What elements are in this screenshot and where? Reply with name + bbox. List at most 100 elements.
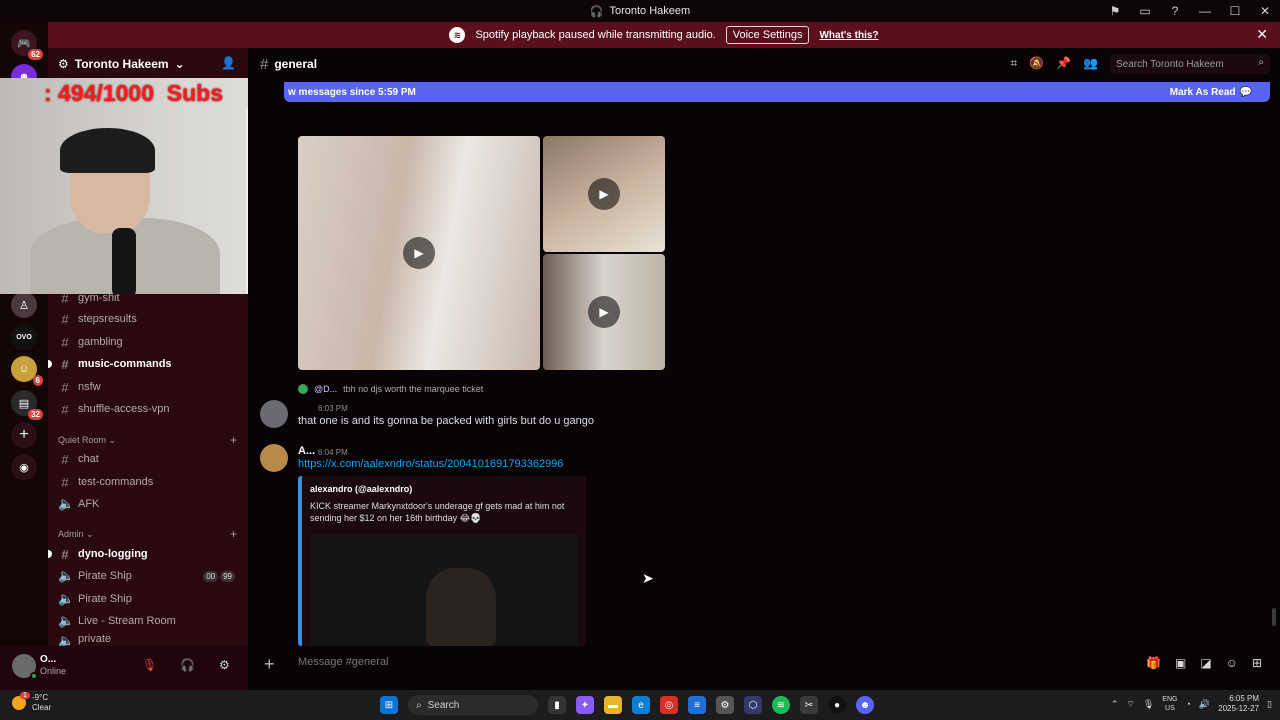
- user-limit: 99: [220, 570, 235, 582]
- link-embed[interactable]: alexandro (@aalexndro) KICK streamer Mar…: [298, 476, 586, 646]
- help-icon[interactable]: ?: [1160, 4, 1190, 18]
- obs-icon[interactable]: ●: [828, 696, 846, 714]
- minimize-button[interactable]: —: [1190, 4, 1220, 18]
- add-channel-icon[interactable]: +: [230, 527, 237, 541]
- message-link[interactable]: https://x.com/aalexndro/status/200410169…: [298, 458, 563, 470]
- channel-item[interactable]: # test-commands: [58, 472, 243, 492]
- app-icon[interactable]: ⬡: [744, 696, 762, 714]
- play-icon[interactable]: ▶: [403, 237, 435, 269]
- microphone-icon[interactable]: 🎙: [1143, 699, 1154, 710]
- add-channel-icon[interactable]: +: [230, 433, 237, 447]
- subs-counter: : 494/1000 Subs: [44, 80, 223, 106]
- channel-item[interactable]: # music-commands: [48, 354, 243, 374]
- voice-channel-item[interactable]: 🔈 Pirate Ship: [58, 589, 243, 609]
- weather-widget[interactable]: 1 -9°C Clear: [12, 692, 51, 713]
- notification-bell-icon[interactable]: 🔕: [1029, 56, 1044, 71]
- voice-settings-button[interactable]: Voice Settings: [725, 26, 810, 44]
- clock[interactable]: 6:05 PM 2025-12-27: [1218, 694, 1259, 714]
- message-author[interactable]: A...: [298, 445, 315, 457]
- notepad-icon[interactable]: ≡: [688, 696, 706, 714]
- new-messages-bar[interactable]: w messages since 5:59 PM Mark As Read 💬: [284, 82, 1270, 102]
- mark-as-read-button[interactable]: Mark As Read 💬: [1170, 87, 1252, 98]
- channel-item[interactable]: # stepsresults: [58, 309, 243, 329]
- screen-icon[interactable]: ▭: [1130, 4, 1160, 18]
- voice-channel-item[interactable]: 🔈 AFK: [58, 494, 243, 514]
- task-view-icon[interactable]: ▮: [548, 696, 566, 714]
- reply-mention[interactable]: @D...: [314, 384, 337, 394]
- file-explorer-icon[interactable]: ▬: [604, 696, 622, 714]
- network-icon[interactable]: ⌔: [1126, 699, 1134, 710]
- server-icon[interactable]: ♙: [11, 292, 37, 318]
- emoji-icon[interactable]: ☺: [1226, 656, 1238, 670]
- embed-video-subject: [426, 568, 496, 646]
- windows-start-icon[interactable]: ⊞: [380, 696, 398, 714]
- video-thumbnail[interactable]: ▶: [543, 254, 665, 370]
- gift-icon[interactable]: 🎁: [1146, 656, 1161, 670]
- voice-channel-item[interactable]: 🔈 Pirate Ship 00 99: [58, 566, 243, 586]
- channel-item[interactable]: # shuffle-access-vpn: [58, 399, 243, 419]
- mute-mic-icon[interactable]: 🎙: [142, 658, 157, 672]
- channel-item[interactable]: # nsfw: [58, 377, 243, 397]
- add-server-icon[interactable]: +: [11, 422, 37, 448]
- pin-icon[interactable]: 📌: [1056, 56, 1071, 71]
- search-field[interactable]: Search Toronto Hakeem ⌕: [1110, 54, 1270, 74]
- channel-label: chat: [78, 453, 99, 465]
- channel-item[interactable]: # chat: [58, 449, 243, 469]
- hash-icon: #: [61, 311, 69, 327]
- message-timestamp: 6:04 PM: [318, 448, 348, 457]
- avatar[interactable]: [260, 400, 288, 428]
- video-thumbnail[interactable]: ▶: [543, 136, 665, 252]
- message-input[interactable]: [298, 656, 998, 668]
- whats-this-link[interactable]: What's this?: [819, 30, 878, 41]
- discover-icon[interactable]: ◉: [11, 454, 37, 480]
- reply-preview[interactable]: @D... tbh no djs worth the marquee ticke…: [298, 384, 483, 394]
- scrollbar[interactable]: [1272, 608, 1276, 626]
- channel-item[interactable]: # gambling: [58, 332, 243, 352]
- window-title: 🎧 Toronto Hakeem: [590, 5, 690, 18]
- close-button[interactable]: ✕: [1250, 4, 1280, 18]
- embed-video-thumbnail[interactable]: [310, 534, 578, 646]
- maximize-button[interactable]: ☐: [1220, 4, 1250, 18]
- notifications-icon[interactable]: ▯: [1267, 699, 1272, 710]
- snipping-tool-icon[interactable]: ✂: [800, 696, 818, 714]
- spotify-icon[interactable]: ≋: [772, 696, 790, 714]
- settings-icon[interactable]: ⚙: [716, 696, 734, 714]
- sticker-icon[interactable]: ◪: [1200, 656, 1211, 670]
- language-indicator[interactable]: ENG US: [1162, 695, 1177, 713]
- hash-icon: #: [260, 55, 269, 73]
- deafen-icon[interactable]: 🎧: [180, 658, 195, 672]
- threads-icon[interactable]: ⌗: [1010, 56, 1017, 71]
- weather-temp: -9°C: [32, 693, 49, 702]
- server-icon[interactable]: ▤ 32: [11, 390, 43, 420]
- voice-channel-item[interactable]: 🔈 Live - Stream Room: [58, 611, 243, 631]
- server-header[interactable]: ⚙ Toronto Hakeem ⌄ 👤: [48, 48, 248, 80]
- settings-gear-icon[interactable]: ⚙: [219, 658, 230, 672]
- embed-author[interactable]: alexandro (@aalexndro): [310, 484, 412, 494]
- ovo-server-icon[interactable]: OVO: [11, 324, 37, 350]
- copilot-icon[interactable]: ✦: [576, 696, 594, 714]
- avatar[interactable]: [260, 444, 288, 472]
- wifi-icon[interactable]: ◔: [1185, 699, 1190, 709]
- invite-icon[interactable]: 👤: [221, 56, 236, 70]
- chevron-up-icon[interactable]: ⌃: [1111, 699, 1119, 710]
- inbox-icon[interactable]: ⚑: [1100, 4, 1130, 18]
- discord-icon[interactable]: ☻: [856, 696, 874, 714]
- channel-item[interactable]: # dyno-logging: [48, 544, 243, 564]
- server-icon[interactable]: ☺ 6: [11, 356, 43, 386]
- direct-messages-icon[interactable]: 🎮 62: [11, 30, 43, 60]
- member-list-icon[interactable]: 👥: [1083, 56, 1098, 71]
- play-icon[interactable]: ▶: [588, 296, 620, 328]
- voice-channel-item[interactable]: 🔈 private: [58, 633, 243, 646]
- volume-icon[interactable]: 🔊: [1199, 699, 1210, 710]
- apps-icon[interactable]: ⊞: [1252, 656, 1262, 670]
- attach-plus-icon[interactable]: +: [264, 654, 275, 675]
- notice-close-icon[interactable]: ✕: [1256, 26, 1268, 43]
- edge-icon[interactable]: e: [632, 696, 650, 714]
- chrome-icon[interactable]: ◎: [660, 696, 678, 714]
- video-thumbnail[interactable]: ▶: [298, 136, 540, 370]
- category-admin[interactable]: Admin ⌄ +: [58, 526, 243, 542]
- gif-icon[interactable]: ▣: [1175, 656, 1186, 670]
- taskbar-search[interactable]: ⌕ Search: [408, 695, 538, 715]
- play-icon[interactable]: ▶: [588, 178, 620, 210]
- category-quiet-room[interactable]: Quiet Room ⌄ +: [58, 432, 243, 448]
